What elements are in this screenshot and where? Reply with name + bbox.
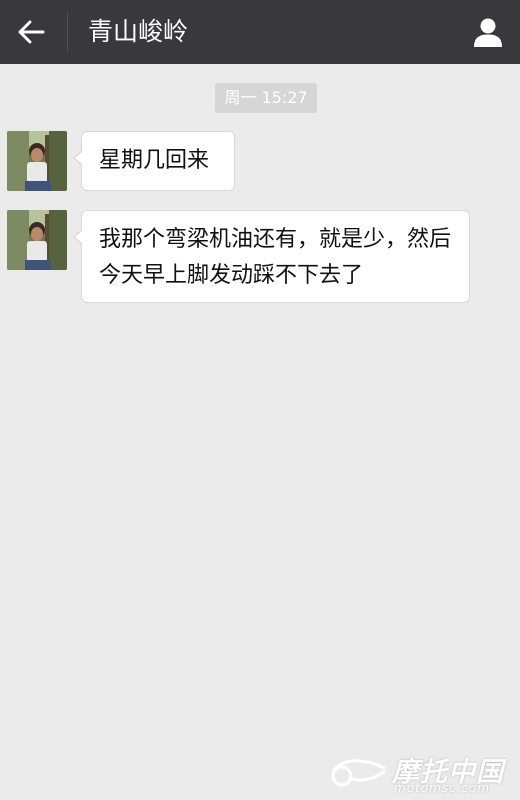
chat-title: 青山峻岭 bbox=[88, 17, 189, 46]
profile-button[interactable] bbox=[456, 0, 520, 64]
avatar-photo bbox=[7, 210, 67, 270]
person-icon bbox=[474, 18, 502, 47]
watermark-site-text: motomsc.com bbox=[394, 781, 491, 795]
site-watermark: 摩托中国 motomsc.com bbox=[330, 750, 510, 795]
message-bubble[interactable]: 我那个弯梁机油还有，就是少，然后今天早上脚发动踩不下去了 bbox=[73, 210, 470, 303]
header-divider bbox=[67, 12, 68, 52]
back-button[interactable] bbox=[0, 0, 62, 64]
contact-avatar[interactable] bbox=[7, 131, 67, 191]
motorcycle-logo-icon bbox=[331, 759, 386, 787]
chat-header: 青山峻岭 bbox=[0, 0, 520, 64]
message-timestamp: 周一 15:27 bbox=[215, 83, 317, 113]
message-bubble[interactable]: 星期几回来 bbox=[73, 131, 235, 191]
contact-avatar[interactable] bbox=[7, 210, 67, 270]
chat-screen: 青山峻岭 周一 15:27 星期几回来 我那个弯梁机油还有，就是少，然后今天早上… bbox=[0, 0, 520, 800]
avatar-photo bbox=[7, 131, 67, 191]
arrow-left-icon bbox=[18, 20, 45, 44]
